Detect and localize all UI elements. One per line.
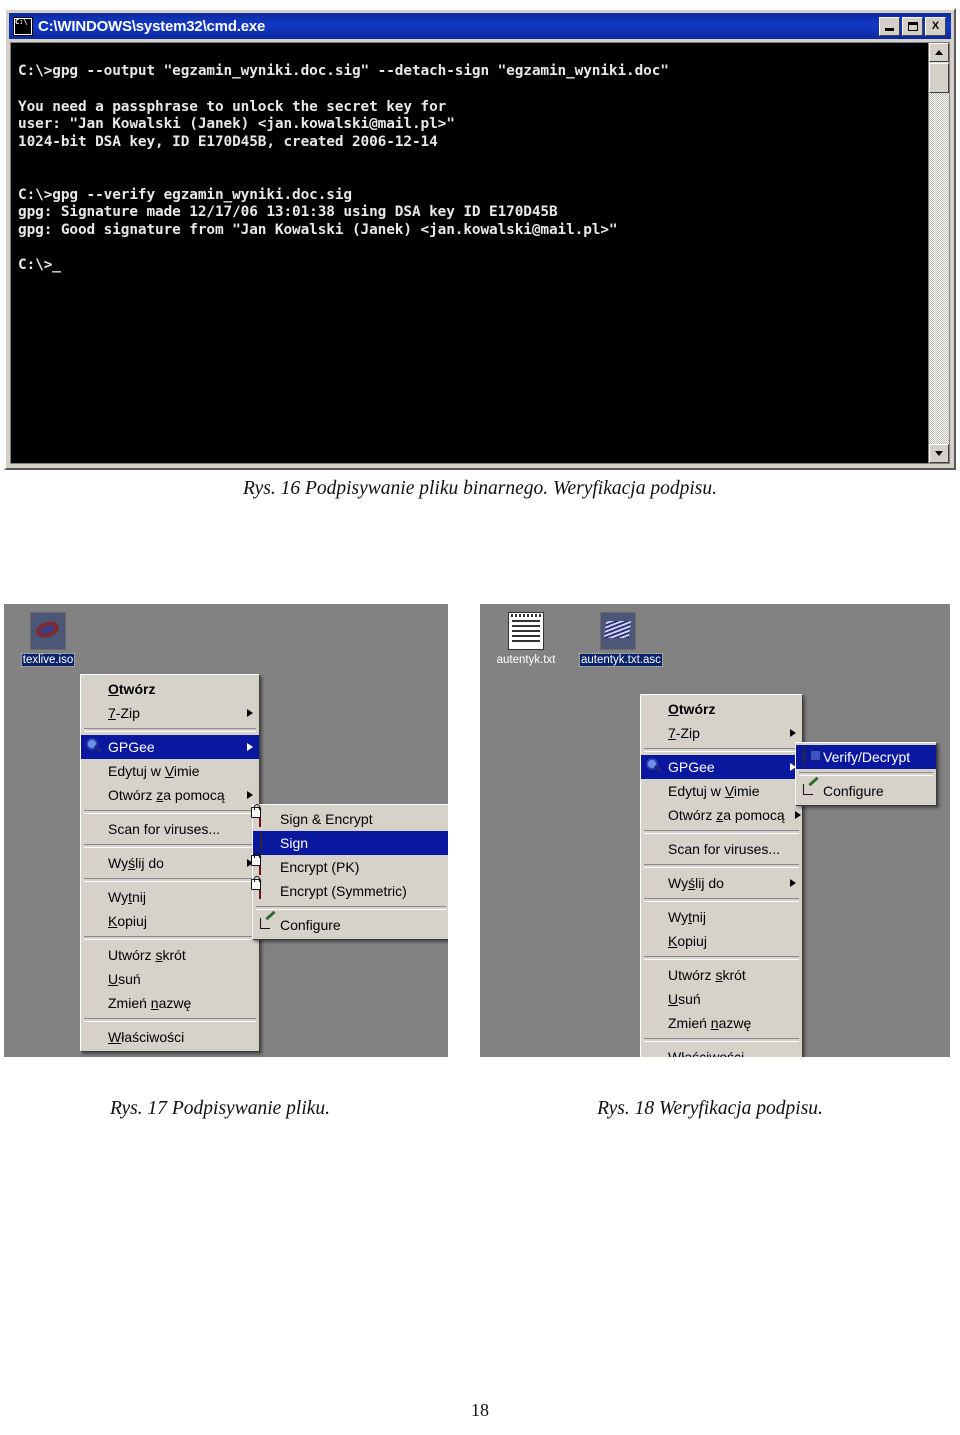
scroll-down-button[interactable] [929,444,949,463]
menu-item-otworz-za-pomoca[interactable]: Otwórz za pomocą [81,783,259,807]
menu-item-wyslij-do[interactable]: Wyślij do [81,851,259,875]
submenu-item-sign[interactable]: Sign [253,831,448,855]
menu-item-7zip[interactable]: 7-Zip [641,721,802,745]
scrollbar-thumb[interactable] [929,63,949,93]
menu-separator [644,956,799,960]
close-button[interactable]: X [925,16,946,36]
menu-item-edytuj-w-vimie[interactable]: Edytuj w Vimie [81,759,259,783]
cmd-console-text: C:\>gpg --output "egzamin_wyniki.doc.sig… [18,63,669,273]
menu-item-usun[interactable]: Usuń [81,967,259,991]
close-icon: X [931,20,940,32]
submenu-arrow-icon [794,811,801,819]
cmd-titlebar[interactable]: C:\WINDOWS\system32\cmd.exe X [9,13,951,39]
submenu-item-configure[interactable]: Configure [253,913,448,937]
submenu-item-encrypt-symmetric[interactable]: Encrypt (Symmetric) [251,876,448,903]
menu-item-otworz-za-pomoca[interactable]: Otwórz za pomocą [641,803,802,827]
cmd-window-title: C:\WINDOWS\system32\cmd.exe [38,17,266,35]
menu-item-kopiuj[interactable]: Kopiuj [641,929,802,953]
gpgee-submenu[interactable]: Sign & Encrypt Sign Encrypt (PK) Encrypt… [251,804,448,940]
submenu-item-configure[interactable]: Configure [796,779,936,803]
menu-item-edytuj-w-vimie[interactable]: Edytuj w Vimie [641,779,802,803]
minimize-button[interactable] [879,16,900,36]
document-sign-icon [260,833,262,851]
submenu-arrow-icon [790,879,796,887]
caption-buttons: X [879,16,949,36]
desktop-icon-label: autentyk.txt [496,654,556,666]
desktop-icon-label: texlive.iso [20,653,76,667]
caret-up-icon [935,50,943,55]
menu-item-wyslij-do[interactable]: Wyślij do [641,871,802,895]
submenu-arrow-icon [790,729,796,737]
figure-caption-17: Rys. 17 Podpisywanie pliku. [109,1098,331,1119]
submenu-item-verify-decrypt[interactable]: Verify/Decrypt [796,745,936,769]
envelope-lock-icon [251,876,261,899]
gpgee-icon [85,738,105,756]
menu-separator [84,936,256,940]
desktop-icon-label: autentyk.txt.asc [579,653,663,667]
menu-item-kopiuj[interactable]: Kopiuj [81,909,259,933]
menu-separator [256,906,446,910]
submenu-arrow-icon [247,743,253,751]
menu-item-scan-for-viruses[interactable]: Scan for viruses... [81,817,259,841]
submenu-arrow-icon [247,709,253,717]
menu-separator [84,844,256,848]
cmd-icon[interactable] [13,16,33,36]
notepad-icon [508,612,544,650]
menu-item-utworz-skrot[interactable]: Utwórz skrót [81,943,259,967]
context-menu[interactable]: Otwórz 7-Zip GPGee Edytuj w Vimie Otwórz… [640,694,803,1057]
gpgee-icon [645,758,665,776]
submenu-arrow-icon [247,791,253,799]
menu-separator [644,748,799,752]
desktop-icon-autentyk-txt[interactable]: autentyk.txt [488,612,564,668]
cmd-window: C:\WINDOWS\system32\cmd.exe X C:\>gpg --… [4,8,956,470]
menu-item-zmien-nazwe[interactable]: Zmień nazwę [81,991,259,1015]
cmd-scrollbar[interactable] [928,43,949,463]
menu-item-utworz-skrot[interactable]: Utwórz skrót [641,963,802,987]
page-number: 18 [471,1400,489,1420]
menu-separator [644,830,799,834]
menu-separator [84,810,256,814]
verify-decrypt-icon [803,747,805,765]
signed-file-icon [600,612,636,650]
menu-item-zmien-nazwe[interactable]: Zmień nazwę [641,1011,802,1035]
menu-item-otworz[interactable]: Otwórz [81,677,259,701]
context-menu[interactable]: Otwórz 7-Zip GPGee Edytuj w Vimie Otwórz… [80,674,260,1052]
menu-item-wlasciwosci[interactable]: Właściwości [81,1025,259,1049]
menu-separator [799,772,933,776]
menu-item-wytnij[interactable]: Wytnij [81,885,259,909]
submenu-item-encrypt-pk[interactable]: Encrypt (PK) [251,852,448,879]
iso-disc-icon [30,612,66,650]
figure-17-screenshot: texlive.iso Otwórz 7-Zip GPGee Edytuj w … [4,604,448,1057]
menu-item-scan-for-viruses[interactable]: Scan for viruses... [641,837,802,861]
scroll-up-button[interactable] [929,43,949,62]
maximize-button[interactable] [902,16,923,36]
menu-item-usun[interactable]: Usuń [641,987,802,1011]
desktop-icon-autentyk-txt-asc[interactable]: autentyk.txt.asc [579,612,663,668]
menu-separator [84,1018,256,1022]
submenu-item-sign-encrypt[interactable]: Sign & Encrypt [251,804,448,831]
menu-separator [84,878,256,882]
desktop-icon-texlive-iso[interactable]: texlive.iso [10,612,86,668]
menu-item-otworz[interactable]: Otwórz [641,697,802,721]
figure-18-screenshot: autentyk.txt autentyk.txt.asc Otwórz 7-Z… [480,604,950,1057]
menu-separator [644,1038,799,1042]
envelope-sign-encrypt-icon [251,804,261,827]
figure-caption-18: Rys. 18 Weryfikacja podpisu. [597,1098,823,1119]
figure-caption-16: Rys. 16 Podpisywanie pliku binarnego. We… [243,478,717,499]
menu-item-7zip[interactable]: 7-Zip [81,701,259,725]
menu-separator [644,898,799,902]
menu-item-gpgee[interactable]: GPGee [81,735,259,759]
menu-separator [84,728,256,732]
menu-item-wlasciwosci[interactable]: Właściwości [641,1045,802,1057]
envelope-lock-icon [251,852,261,875]
menu-separator [644,864,799,868]
menu-item-wytnij[interactable]: Wytnij [641,905,802,929]
caret-down-icon [935,451,943,456]
gpgee-submenu[interactable]: Verify/Decrypt Configure [795,742,937,806]
menu-item-gpgee[interactable]: GPGee [641,755,802,779]
cmd-console-body[interactable]: C:\>gpg --output "egzamin_wyniki.doc.sig… [10,42,950,464]
